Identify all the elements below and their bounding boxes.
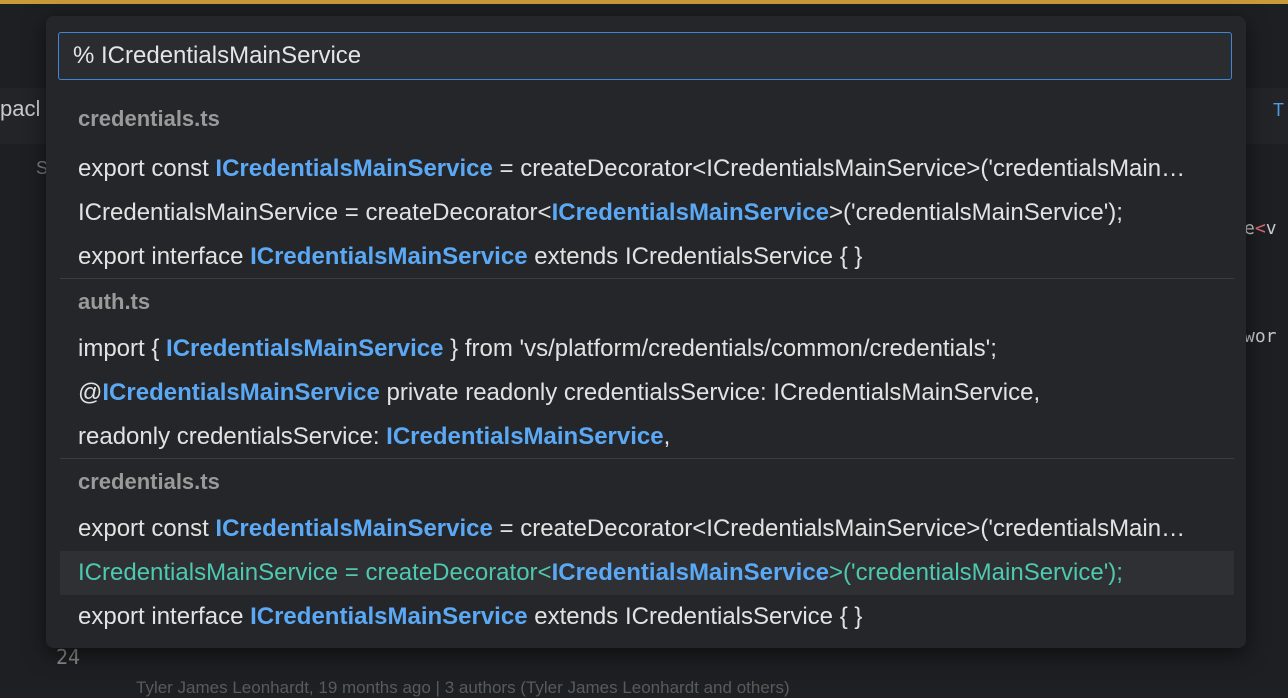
group-divider (60, 278, 1234, 279)
result-row[interactable]: import { ICredentialsMainService } from … (60, 327, 1234, 371)
match-highlight: ICredentialsMainService (250, 603, 528, 630)
match-highlight: ICredentialsMainService (102, 379, 380, 406)
editor-tab-label[interactable]: pacl (0, 96, 40, 122)
result-text: export const ICredentialsMainService = c… (78, 515, 1193, 542)
result-text: readonly credentialsService: ICredential… (78, 423, 671, 450)
search-input[interactable]: % ICredentialsMainService (73, 33, 361, 78)
match-highlight: ICredentialsMainService (551, 559, 830, 586)
quick-pick-input-box[interactable]: % ICredentialsMainService (58, 32, 1232, 80)
result-row[interactable]: export const ICredentialsMainService = c… (60, 507, 1234, 551)
result-text: ICredentialsMainService = createDecorato… (78, 559, 1123, 586)
result-text: import { ICredentialsMainService } from … (78, 335, 997, 362)
editor-tab-right-label[interactable]: T (1273, 100, 1284, 121)
result-text: export interface ICredentialsMainService… (78, 243, 863, 270)
line-number: 24 (56, 645, 81, 669)
result-row[interactable]: export const ICredentialsMainService = c… (60, 147, 1234, 191)
git-blame-annotation: Tyler James Leonhardt, 19 months ago | 3… (136, 678, 790, 697)
result-row[interactable]: export interface ICredentialsMainService… (60, 235, 1234, 279)
match-highlight: ICredentialsMainService (551, 199, 830, 226)
result-text: ICredentialsMainService = createDecorato… (78, 199, 1123, 226)
editor-code-fragment-2: wor (1244, 326, 1277, 347)
result-row[interactable]: readonly credentialsService: ICredential… (60, 415, 1234, 459)
group-header-file: credentials.ts (78, 469, 220, 494)
quick-pick-widget: % ICredentialsMainService credentials.ts… (46, 16, 1246, 648)
match-highlight: ICredentialsMainService (215, 515, 493, 542)
result-row-selected[interactable]: ICredentialsMainService = createDecorato… (60, 551, 1234, 595)
match-highlight: ICredentialsMainService (250, 243, 528, 270)
result-row[interactable]: ICredentialsMainService = createDecorato… (60, 191, 1234, 235)
match-highlight: ICredentialsMainService (386, 423, 664, 450)
result-row[interactable]: export interface ICredentialsMainService… (60, 595, 1234, 639)
editor-code-fragment: e<v (1244, 218, 1277, 239)
result-text: export const ICredentialsMainService = c… (78, 155, 1193, 182)
match-highlight: ICredentialsMainService (166, 335, 444, 362)
result-text: @ICredentialsMainService private readonl… (78, 379, 1041, 406)
result-text: export interface ICredentialsMainService… (78, 603, 863, 630)
group-header-file: credentials.ts (78, 106, 220, 131)
result-row[interactable]: @ICredentialsMainService private readonl… (60, 371, 1234, 415)
group-header-file: auth.ts (78, 289, 151, 314)
group-divider (60, 458, 1234, 459)
match-highlight: ICredentialsMainService (215, 155, 493, 182)
